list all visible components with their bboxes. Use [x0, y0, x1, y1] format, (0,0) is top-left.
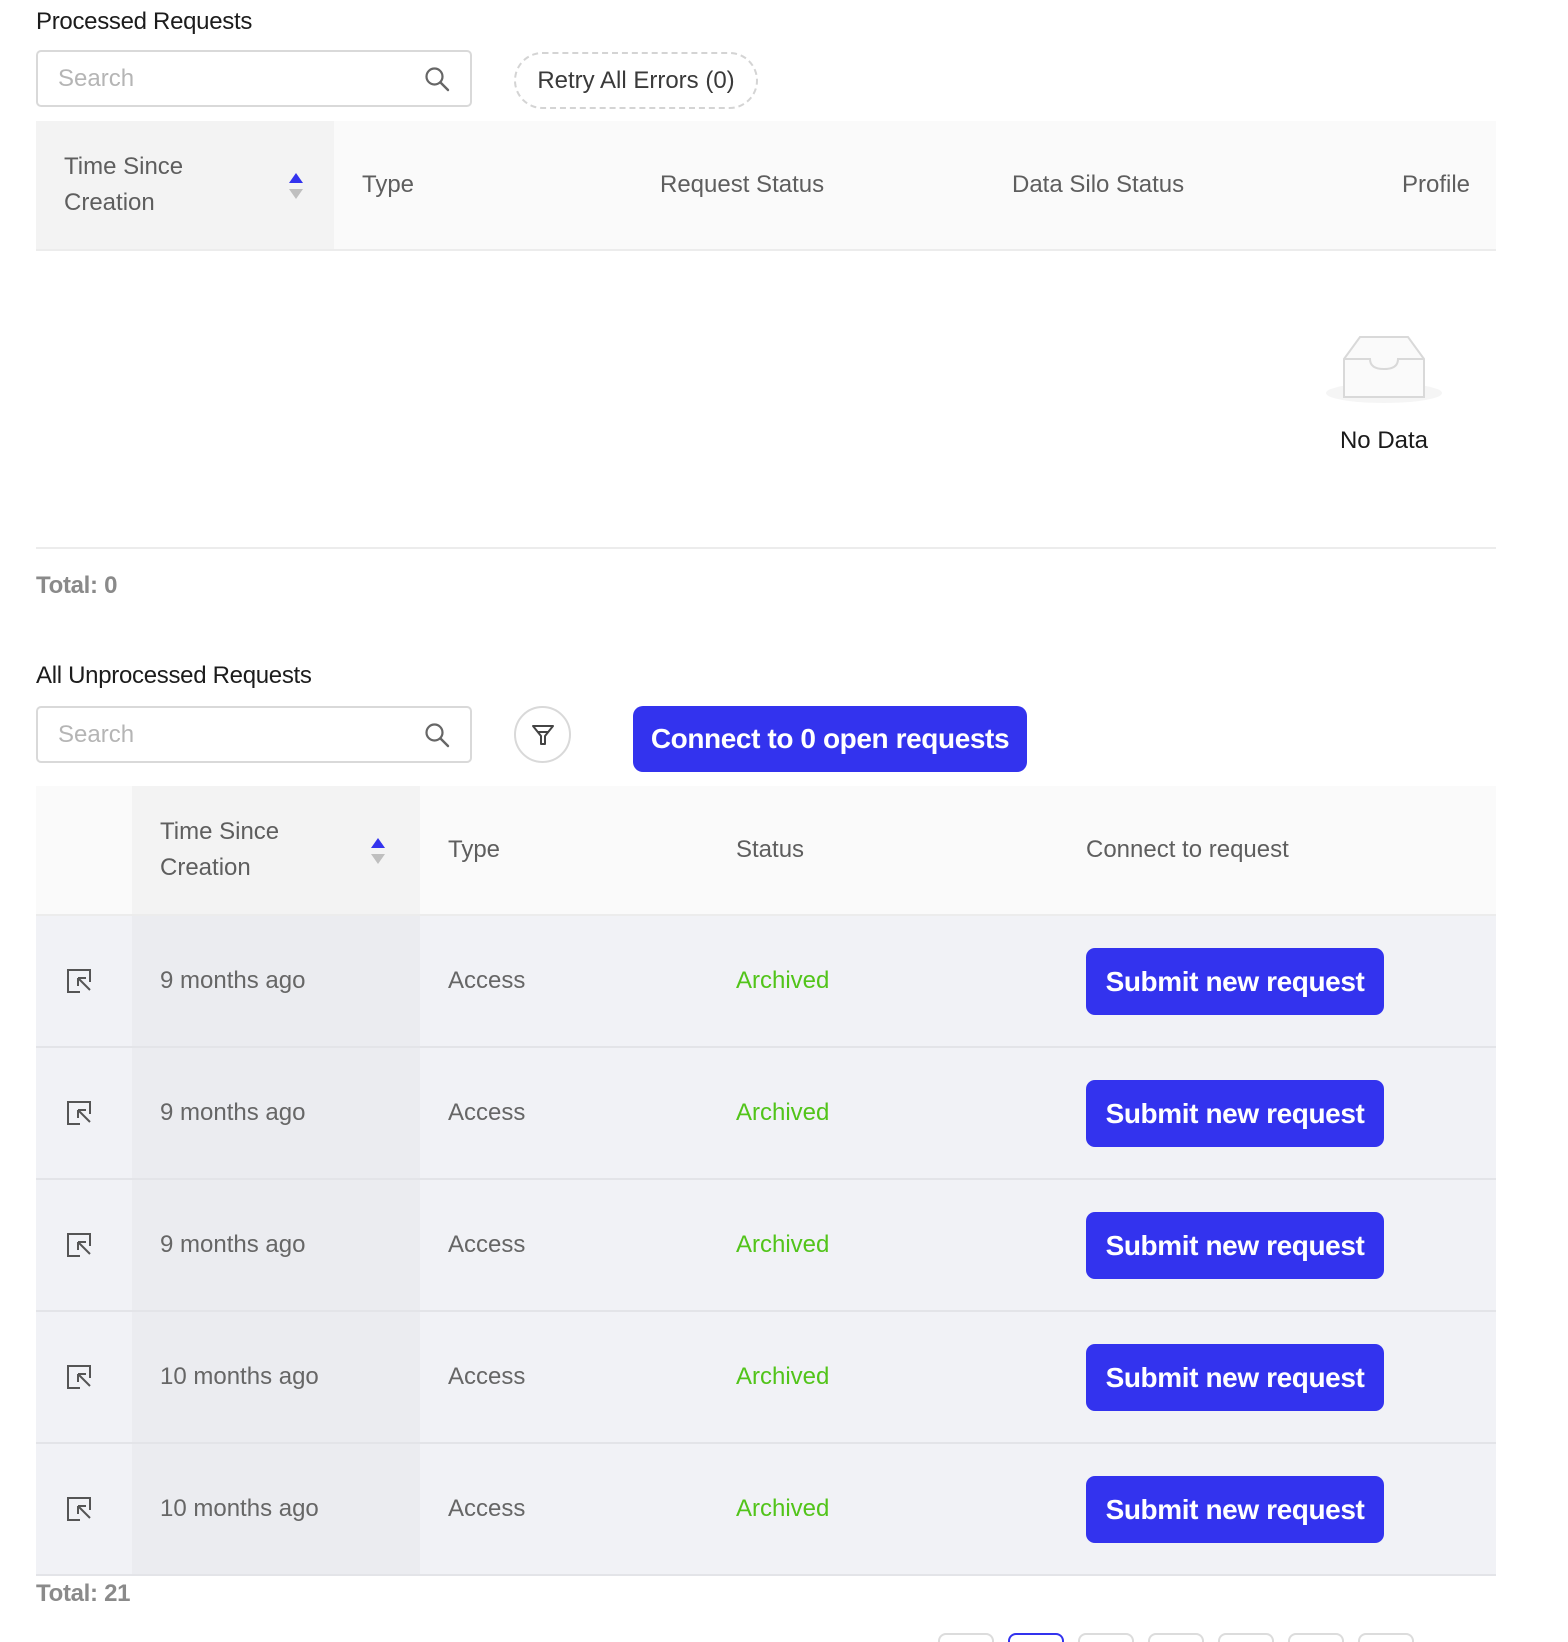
column-header-data-silo-status: Data Silo Status	[1012, 171, 1185, 198]
filter-button[interactable]	[514, 706, 571, 763]
time-since-creation-cell: 10 months ago	[160, 1495, 319, 1522]
time-since-creation-cell: 9 months ago	[160, 967, 306, 994]
type-cell: Access	[448, 1495, 526, 1522]
column-header-type: Type	[448, 836, 501, 863]
open-link-icon[interactable]	[64, 1230, 94, 1260]
unprocessed-table-header: Time Since Creation Type Status Connect …	[36, 786, 1496, 916]
sort-icon[interactable]	[288, 171, 304, 201]
submit-new-request-button[interactable]: Submit new request	[1086, 1080, 1384, 1147]
empty-state-text: No Data	[1339, 427, 1429, 454]
status-cell: Archived	[736, 1099, 830, 1126]
time-since-creation-cell: 9 months ago	[160, 1099, 306, 1126]
search-icon[interactable]	[424, 722, 450, 748]
type-cell: Access	[448, 1099, 526, 1126]
column-header-link	[36, 786, 132, 914]
table-row: 9 months ago Access Archived Submit new …	[36, 1048, 1496, 1180]
status-cell: Archived	[736, 1363, 830, 1390]
column-header-time-since-creation[interactable]: Time Since Creation	[36, 121, 334, 249]
column-header-status: Status	[736, 836, 805, 863]
search-icon[interactable]	[424, 66, 450, 92]
table-row: 10 months ago Access Archived Submit new…	[36, 1312, 1496, 1444]
unprocessed-total: Total: 21	[36, 1580, 131, 1607]
submit-new-request-button[interactable]: Submit new request	[1086, 1344, 1384, 1411]
column-header-connect-to-request: Connect to request	[1086, 836, 1289, 863]
pagination-page-button[interactable]	[1078, 1633, 1134, 1642]
unprocessed-search-input[interactable]	[58, 708, 398, 761]
column-header-profile: Profile	[1402, 171, 1471, 198]
connect-open-requests-button[interactable]: Connect to 0 open requests	[633, 706, 1027, 772]
table-row: 10 months ago Access Archived Submit new…	[36, 1444, 1496, 1576]
time-since-creation-cell: 10 months ago	[160, 1363, 319, 1390]
processed-table-header: Time Since Creation Type Request Status …	[36, 121, 1496, 251]
processed-requests-table: Time Since Creation Type Request Status …	[36, 121, 1496, 549]
empty-inbox-icon	[1326, 336, 1442, 403]
submit-new-request-button[interactable]: Submit new request	[1086, 1212, 1384, 1279]
pagination-page-button[interactable]	[1148, 1633, 1204, 1642]
processed-search-box[interactable]	[36, 50, 472, 107]
submit-new-request-button[interactable]: Submit new request	[1086, 948, 1384, 1015]
column-label: Time Since Creation	[160, 818, 280, 881]
type-cell: Access	[448, 967, 526, 994]
unprocessed-search-box[interactable]	[36, 706, 472, 763]
column-header-time-since-creation[interactable]: Time Since Creation	[132, 786, 420, 914]
retry-all-errors-button[interactable]: Retry All Errors (0)	[514, 52, 758, 109]
type-cell: Access	[448, 1231, 526, 1258]
status-cell: Archived	[736, 1495, 830, 1522]
unprocessed-requests-table: Time Since Creation Type Status Connect …	[36, 786, 1496, 1576]
processed-total: Total: 0	[36, 572, 118, 599]
open-link-icon[interactable]	[64, 1362, 94, 1392]
pagination-next-button[interactable]	[1358, 1633, 1414, 1642]
pagination-prev-button[interactable]	[938, 1633, 994, 1642]
status-cell: Archived	[736, 967, 830, 994]
table-row: 9 months ago Access Archived Submit new …	[36, 916, 1496, 1048]
open-link-icon[interactable]	[64, 1494, 94, 1524]
time-since-creation-cell: 9 months ago	[160, 1231, 306, 1258]
column-label: Time Since Creation	[64, 153, 184, 216]
submit-new-request-button[interactable]: Submit new request	[1086, 1476, 1384, 1543]
processed-search-input[interactable]	[58, 52, 398, 105]
table-row: 9 months ago Access Archived Submit new …	[36, 1180, 1496, 1312]
sort-icon[interactable]	[370, 836, 386, 866]
pagination-page-button[interactable]	[1288, 1633, 1344, 1642]
open-link-icon[interactable]	[64, 966, 94, 996]
type-cell: Access	[448, 1363, 526, 1390]
column-header-type: Type	[362, 171, 415, 198]
unprocessed-table-body: 9 months ago Access Archived Submit new …	[36, 916, 1496, 1576]
filter-icon	[531, 724, 554, 745]
open-link-icon[interactable]	[64, 1098, 94, 1128]
unprocessed-requests-title: All Unprocessed Requests	[36, 662, 312, 689]
processed-requests-title: Processed Requests	[36, 8, 253, 35]
column-header-request-status: Request Status	[660, 171, 825, 198]
status-cell: Archived	[736, 1231, 830, 1258]
page: Processed Requests Retry All Errors (0) …	[0, 0, 1568, 1642]
pagination-page-button[interactable]	[1218, 1633, 1274, 1642]
pagination-page-button[interactable]	[1008, 1633, 1064, 1642]
empty-state: No Data	[36, 251, 1496, 549]
